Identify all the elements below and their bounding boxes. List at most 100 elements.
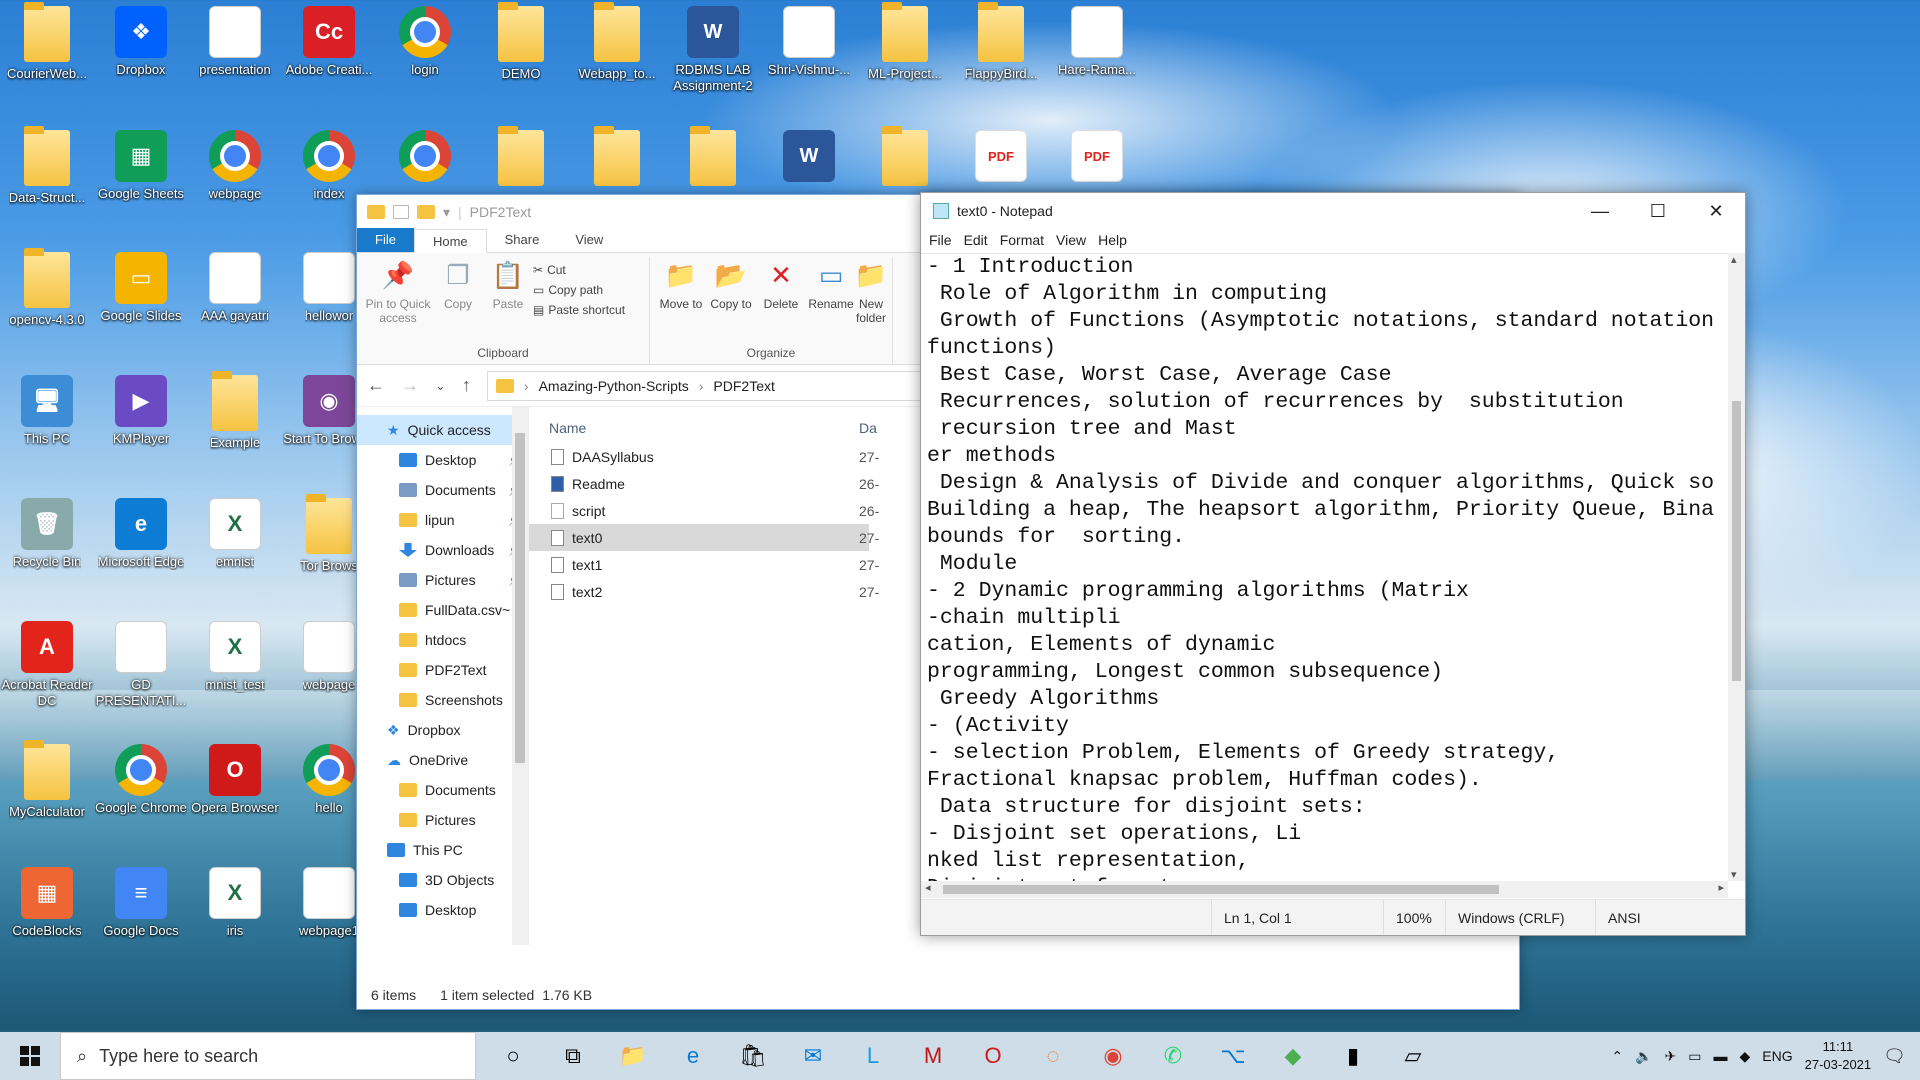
date-column-header[interactable]: Da (859, 420, 877, 436)
mcafee-icon[interactable]: M (910, 1032, 956, 1080)
cortana-icon[interactable]: ○ (490, 1032, 536, 1080)
nav-item[interactable]: Screenshots (357, 685, 528, 715)
nav-scroll-thumb[interactable] (515, 433, 525, 763)
desktop-icon[interactable]: ▶ KMPlayer (94, 375, 188, 475)
menu-help[interactable]: Help (1098, 232, 1127, 248)
desktop-icon[interactable]: webpage (188, 130, 282, 230)
menu-format[interactable]: Format (1000, 232, 1044, 248)
qat-dropdown-icon[interactable]: ▾ (443, 204, 450, 221)
tab-share[interactable]: Share (487, 228, 558, 252)
nav-item[interactable]: Downloads📌 (357, 535, 528, 565)
chrome-icon[interactable]: ◉ (1090, 1032, 1136, 1080)
start-button[interactable] (0, 1032, 60, 1080)
dropbox-tray-icon[interactable]: ◆ (1740, 1048, 1751, 1065)
desktop-icon[interactable]: ▦ CodeBlocks (0, 867, 94, 967)
notepad-title-bar[interactable]: text0 - Notepad — ☐ ✕ (921, 193, 1745, 229)
desktop-icon[interactable]: A Acrobat Reader DC (0, 621, 94, 721)
desktop-icon[interactable]: O Opera Browser (188, 744, 282, 844)
nav-item[interactable]: Desktop📌 (357, 445, 528, 475)
taskbar-search[interactable]: ⌕ Type here to search (60, 1032, 476, 1080)
file-row[interactable]: text2 27- (529, 578, 879, 605)
nav-item[interactable]: Documents (357, 775, 528, 805)
copy-to-button[interactable]: 📂 Copy to (706, 257, 756, 311)
vscode-icon[interactable]: ⌥ (1210, 1032, 1256, 1080)
nav-item[interactable]: Pictures (357, 805, 528, 835)
display-icon[interactable]: ▭ (1688, 1048, 1701, 1065)
file-row[interactable]: Readme 26- (529, 470, 879, 497)
desktop-icon[interactable]: ❖ Dropbox (94, 6, 188, 106)
nav-item[interactable]: ❖ Dropbox (357, 715, 528, 745)
nav-item[interactable]: ★ Quick access (357, 415, 528, 445)
desktop-icon[interactable]: ≡ Google Docs (94, 867, 188, 967)
l-app-icon[interactable]: L (850, 1032, 896, 1080)
desktop-icon[interactable]: ML-Project... (858, 2, 952, 106)
menu-view[interactable]: View (1056, 232, 1086, 248)
desktop-icon[interactable]: FlappyBird... (954, 2, 1048, 106)
notepad-text-area[interactable]: - 1 Introduction Role of Algorithm in co… (921, 253, 1729, 881)
nav-scrollbar[interactable] (512, 407, 528, 945)
nav-item[interactable]: lipun📌 (357, 505, 528, 535)
desktop-icon[interactable]: ▦ Google Sheets (94, 130, 188, 230)
desktop-icon[interactable]: Data-Struct... (0, 126, 94, 230)
desktop-icon[interactable]: Xiris (188, 867, 282, 967)
desktop-icon[interactable]: Xmnist_test (188, 621, 282, 721)
scroll-up-icon[interactable]: ▴ (1731, 253, 1737, 266)
notepad-vertical-scrollbar[interactable]: ▴ ▾ (1728, 253, 1745, 881)
name-column-header[interactable]: Name (549, 420, 586, 436)
new-folder-icon[interactable] (417, 205, 435, 219)
rename-button[interactable]: ▭ Rename (806, 257, 856, 311)
desktop-icon[interactable]: e Microsoft Edge (94, 498, 188, 598)
nav-item[interactable]: Desktop (357, 895, 528, 925)
nav-item[interactable]: PDF2Text (357, 655, 528, 685)
desktop-icon[interactable]: GD PRESENTATI... (94, 621, 188, 721)
menu-edit[interactable]: Edit (964, 232, 988, 248)
nav-item[interactable]: Pictures📌 (357, 565, 528, 595)
airplane-icon[interactable]: ✈ (1665, 1048, 1677, 1065)
jupyter-icon[interactable]: ◌ (1030, 1032, 1076, 1080)
cut-button[interactable]: ✂ Cut (533, 263, 643, 277)
new-folder-button[interactable]: 📁 New folder (856, 257, 886, 325)
git-icon[interactable]: ◆ (1270, 1032, 1316, 1080)
copy-path-button[interactable]: ▭ Copy path (533, 283, 643, 297)
pin-quick-access-button[interactable]: 📌 Pin to Quick access (363, 257, 433, 325)
desktop-icon[interactable]: Cc Adobe Creati... (282, 6, 376, 106)
file-row[interactable]: text1 27- (529, 551, 879, 578)
copy-button[interactable]: ❐ Copy (433, 257, 483, 311)
show-hidden-icons-icon[interactable]: ⌃ (1611, 1048, 1623, 1065)
scroll-down-icon[interactable]: ▾ (1731, 868, 1737, 881)
task-view-icon[interactable]: ⧉ (550, 1032, 596, 1080)
desktop-icon[interactable]: presentation (188, 6, 282, 106)
desktop-icon[interactable]: Webapp_to... (570, 2, 664, 106)
forward-arrow-icon[interactable]: → (401, 375, 419, 396)
file-explorer-icon[interactable]: 📁 (610, 1032, 656, 1080)
move-to-button[interactable]: 📁 Move to (656, 257, 706, 311)
desktop-icon[interactable]: Example (188, 371, 282, 475)
nav-item[interactable]: htdocs (357, 625, 528, 655)
desktop-icon[interactable]: 🖥 This PC (0, 375, 94, 475)
recent-dropdown-icon[interactable]: ⌄ (435, 378, 446, 394)
nav-item[interactable]: 3D Objects (357, 865, 528, 895)
notifications-icon[interactable]: 🗨 (1883, 1046, 1906, 1067)
up-arrow-icon[interactable]: ↑ (462, 375, 471, 396)
battery-icon[interactable]: ▬ (1714, 1048, 1728, 1064)
breadcrumb-item[interactable]: PDF2Text (713, 378, 774, 394)
clock[interactable]: 11:11 27-03-2021 (1805, 1038, 1872, 1074)
desktop-icon[interactable]: CourierWeb... (0, 2, 94, 106)
volume-icon[interactable]: 🔈 (1635, 1048, 1652, 1065)
store-icon[interactable]: 🛍 (730, 1032, 776, 1080)
opera-icon[interactable]: O (970, 1032, 1016, 1080)
paste-shortcut-button[interactable]: ▤ Paste shortcut (533, 303, 643, 317)
nav-item[interactable]: ☁ OneDrive (357, 745, 528, 775)
breadcrumb-item[interactable]: Amazing-Python-Scripts (539, 378, 689, 394)
paste-button[interactable]: 📋 Paste (483, 257, 533, 311)
edge-icon[interactable]: e (670, 1032, 716, 1080)
nav-item[interactable]: This PC (357, 835, 528, 865)
desktop-icon[interactable]: AAA gayatri (188, 252, 282, 352)
file-row[interactable]: script 26- (529, 497, 879, 524)
scroll-right-icon[interactable]: ▸ (1718, 881, 1724, 894)
notepad-vscroll-thumb[interactable] (1732, 401, 1741, 681)
file-row[interactable]: DAASyllabus 27- (529, 443, 879, 470)
properties-icon[interactable] (393, 205, 409, 219)
delete-button[interactable]: ✕ Delete (756, 257, 806, 311)
desktop-icon[interactable]: 🗑 Recycle Bin (0, 498, 94, 598)
